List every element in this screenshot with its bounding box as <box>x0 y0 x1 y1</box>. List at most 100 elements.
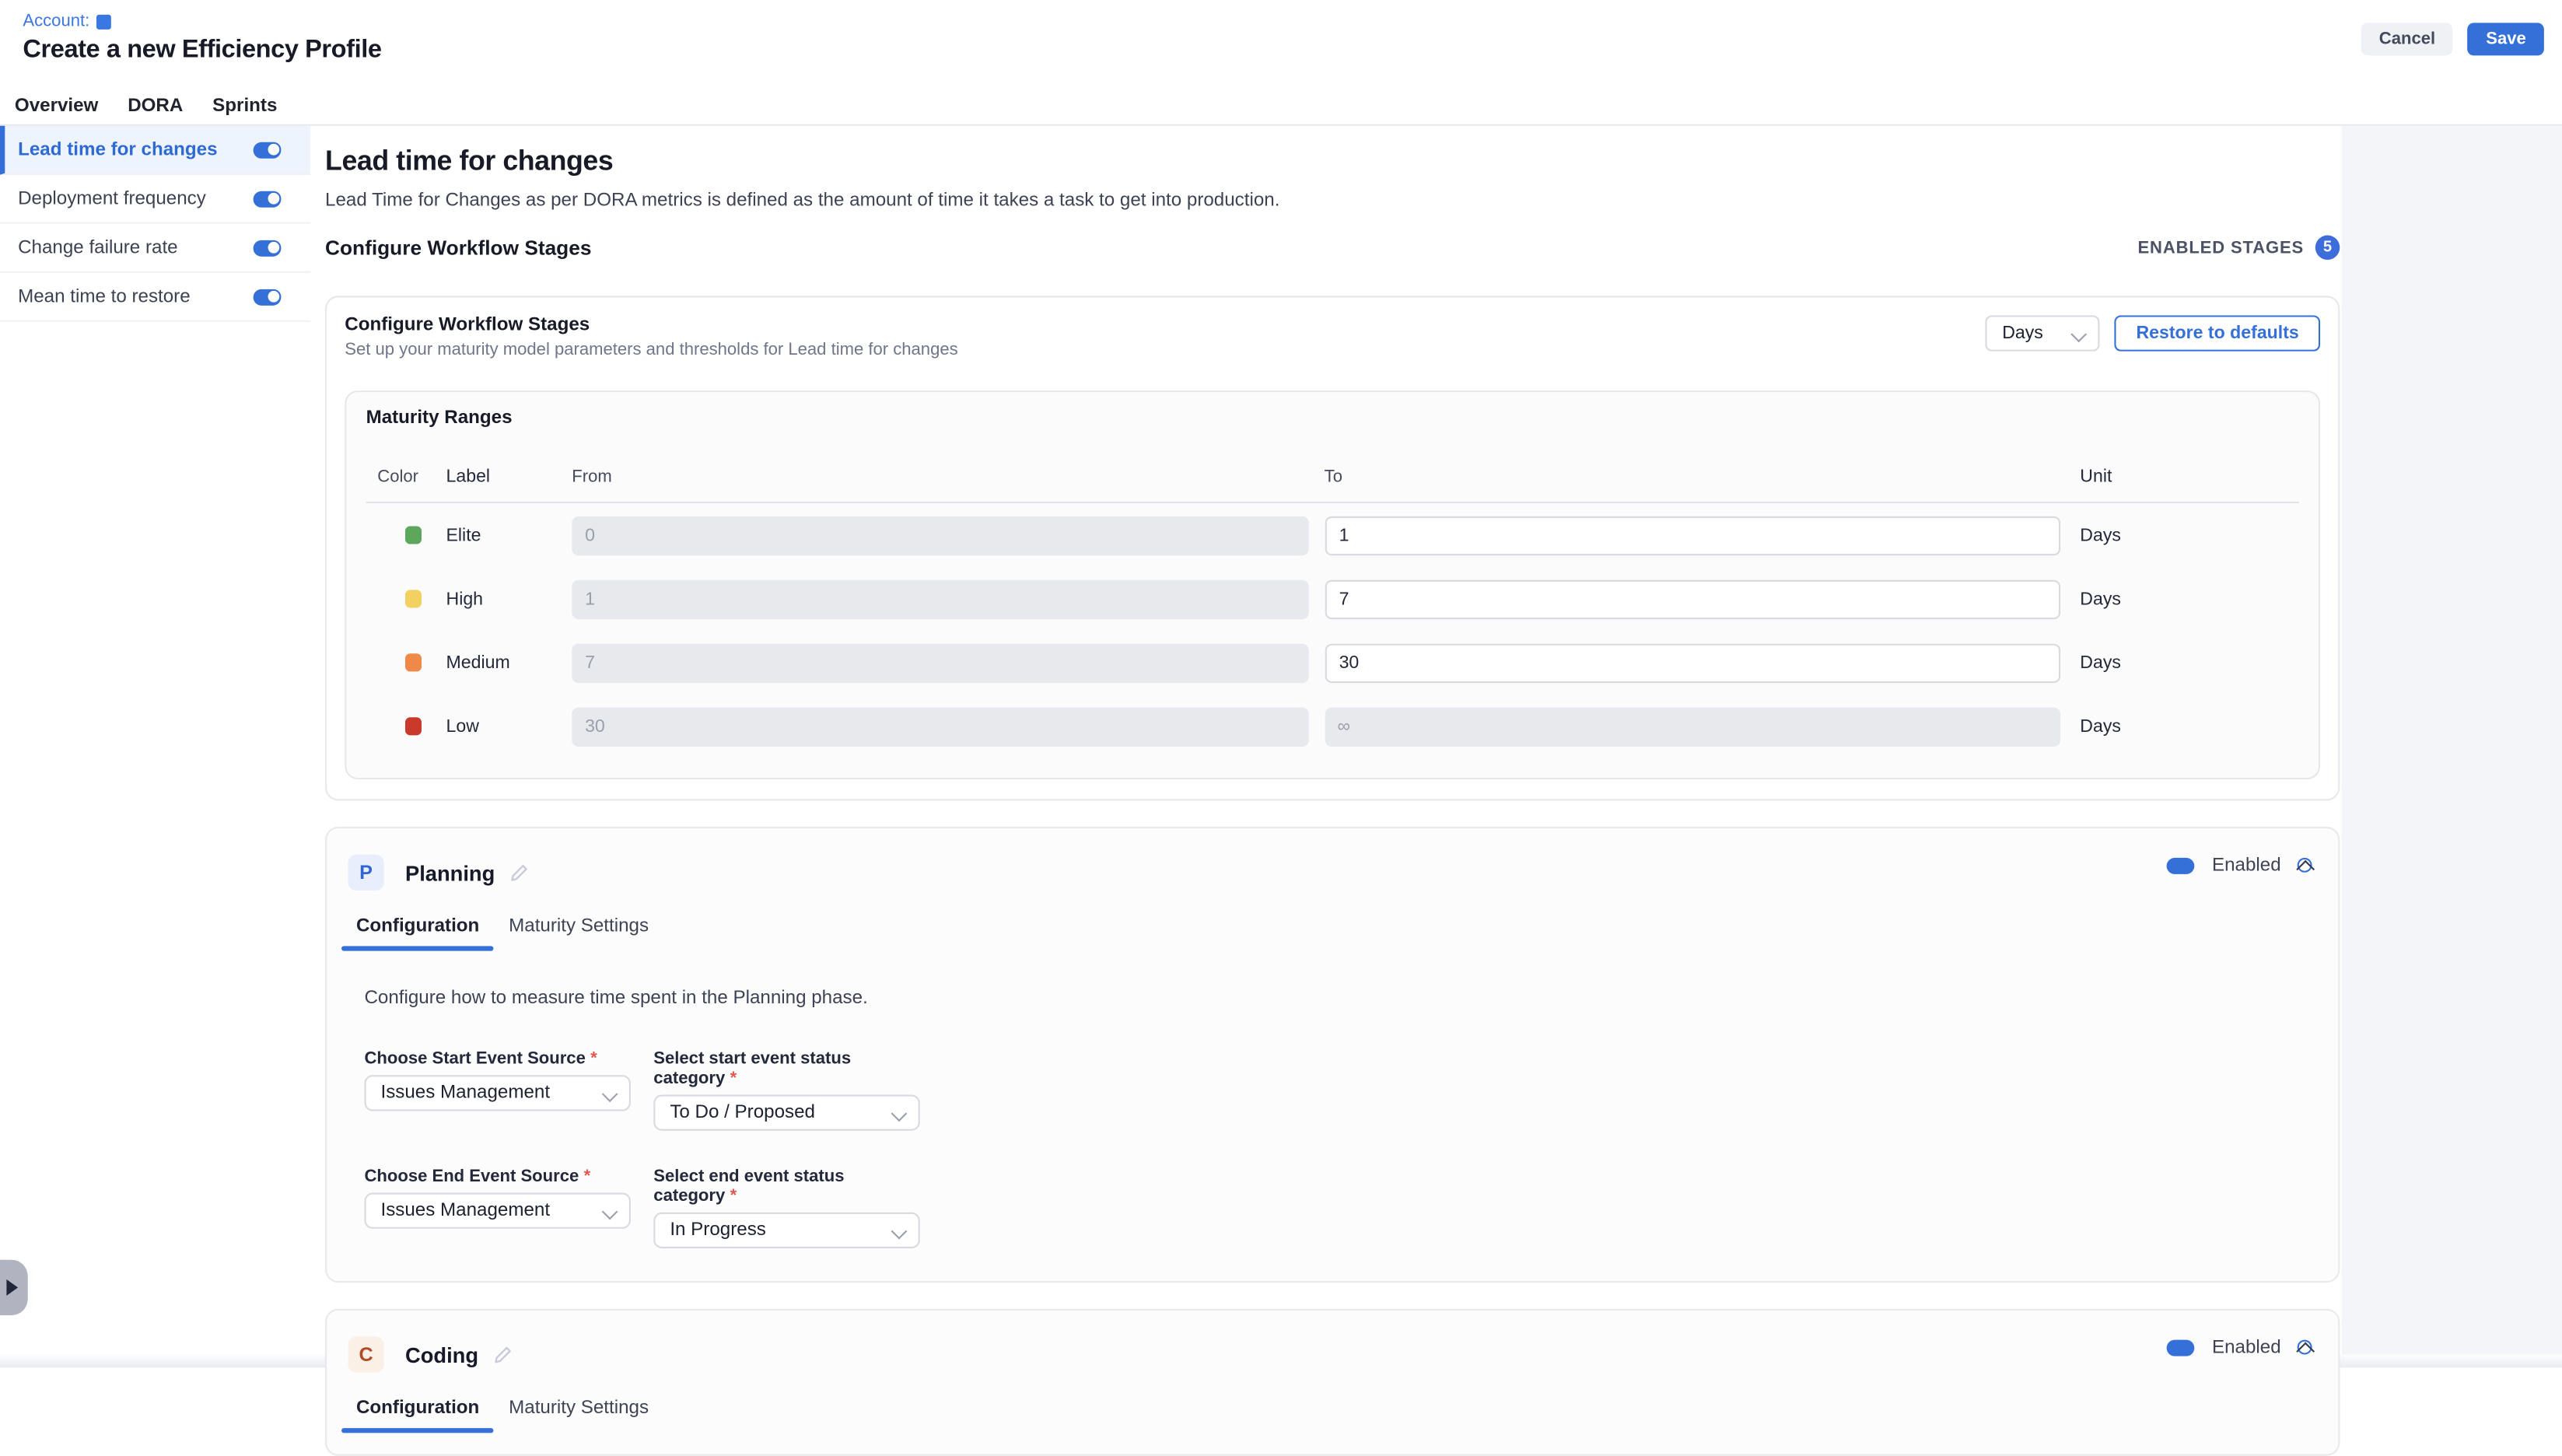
select-value: Issues Management <box>380 1201 550 1220</box>
stage-tabs: Configuration Maturity Settings <box>341 913 2317 940</box>
medium-color-swatch <box>405 653 422 671</box>
medium-to-input[interactable] <box>1325 643 2060 682</box>
medium-from-input <box>572 643 1307 682</box>
row-label: High <box>446 589 572 608</box>
sidebar-item-mean-time-to-restore[interactable]: Mean time to restore <box>0 273 310 322</box>
field-label: Choose End Event Source* <box>364 1167 630 1186</box>
sidebar-item-label: Lead time for changes <box>18 140 217 159</box>
start-event-row: Choose Start Event Source* Issues Manage… <box>364 1049 2316 1131</box>
table-row-medium: Medium Days <box>366 631 2299 695</box>
select-value: In Progress <box>670 1220 766 1240</box>
stage-name: Planning <box>405 860 495 885</box>
page-background <box>2341 126 2562 1368</box>
stage-header-right: Enabled <box>2166 856 2312 876</box>
tab-configuration[interactable]: Configuration <box>341 1395 494 1422</box>
restore-defaults-button[interactable]: Restore to defaults <box>2115 315 2320 351</box>
coding-enabled-toggle[interactable] <box>2166 1340 2194 1356</box>
sidebar-item-label: Mean time to restore <box>18 287 191 306</box>
enabled-stages: ENABLED STAGES 5 <box>2137 236 2340 261</box>
sidebar-item-deployment-frequency[interactable]: Deployment frequency <box>0 175 310 224</box>
account-label[interactable]: Account: <box>23 12 89 31</box>
end-event-status-select[interactable]: In Progress <box>653 1213 919 1248</box>
chevron-down-icon <box>601 1086 616 1101</box>
tab-configuration[interactable]: Configuration <box>341 913 494 940</box>
high-color-swatch <box>405 590 422 607</box>
lead-time-toggle[interactable] <box>254 142 282 158</box>
row-label: Low <box>446 716 572 736</box>
elite-color-swatch <box>405 526 422 544</box>
elite-to-input[interactable] <box>1325 516 2060 555</box>
cancel-button[interactable]: Cancel <box>2361 23 2454 55</box>
sidebar-item-label: Deployment frequency <box>18 189 206 208</box>
tab-dora[interactable]: DORA <box>113 86 198 127</box>
start-event-source-select[interactable]: Issues Management <box>364 1075 630 1111</box>
end-event-status-field: Select end event status category* In Pro… <box>653 1167 919 1248</box>
page-title: Create a new Efficiency Profile <box>23 36 381 65</box>
sidebar-expander-handle[interactable] <box>0 1260 28 1315</box>
edit-icon[interactable] <box>509 863 529 882</box>
section-row: Configure Workflow Stages ENABLED STAGES… <box>325 236 2340 261</box>
stage-card-coding: C Coding Enabled Configuration Maturity … <box>325 1309 2340 1456</box>
planning-enabled-toggle[interactable] <box>2166 858 2194 874</box>
chevron-down-icon <box>891 1223 905 1238</box>
main-tabbar: Overview DORA Sprints <box>0 88 2562 125</box>
required-marker: * <box>590 1049 597 1069</box>
edit-icon[interactable] <box>493 1345 513 1364</box>
section-title: Configure Workflow Stages <box>325 236 591 259</box>
stage-name: Coding <box>405 1342 478 1367</box>
stage-avatar: P <box>348 855 383 891</box>
sidebar-item-lead-time[interactable]: Lead time for changes <box>0 126 310 175</box>
field-label: Select end event status category* <box>653 1167 919 1206</box>
column-header-unit: Unit <box>2060 467 2299 487</box>
stage-tabs: Configuration Maturity Settings <box>341 1395 2317 1422</box>
chevron-down-icon <box>601 1204 616 1219</box>
change-failure-rate-toggle[interactable] <box>254 240 282 256</box>
required-marker: * <box>730 1069 737 1088</box>
maturity-ranges-box: Maturity Ranges Color Label From To Unit… <box>345 390 2320 779</box>
column-header-color: Color <box>366 467 446 487</box>
tab-sprints[interactable]: Sprints <box>198 86 292 127</box>
start-event-status-select[interactable]: To Do / Proposed <box>653 1095 919 1131</box>
enabled-stages-count-badge: 5 <box>2315 236 2340 261</box>
high-from-input <box>572 579 1307 618</box>
low-to-input <box>1325 707 2060 746</box>
tab-maturity-settings[interactable]: Maturity Settings <box>494 913 663 940</box>
table-row-elite: Elite Days <box>366 503 2299 567</box>
metrics-sidebar: Lead time for changes Deployment frequen… <box>0 126 310 322</box>
tab-overview[interactable]: Overview <box>0 86 113 127</box>
start-event-source-field: Choose Start Event Source* Issues Manage… <box>364 1049 630 1131</box>
row-label: Elite <box>446 525 572 544</box>
start-event-status-field: Select start event status category* To D… <box>653 1049 919 1131</box>
sidebar-item-change-failure-rate[interactable]: Change failure rate <box>0 224 310 273</box>
tab-maturity-settings[interactable]: Maturity Settings <box>494 1395 663 1422</box>
maturity-table-header: Color Label From To Unit <box>366 467 2299 503</box>
row-unit: Days <box>2060 716 2299 736</box>
field-label: Choose Start Event Source* <box>364 1049 630 1069</box>
account-avatar <box>96 14 111 29</box>
deployment-frequency-toggle[interactable] <box>254 191 282 207</box>
workflow-card-subtitle: Set up your maturity model parameters an… <box>345 340 957 359</box>
high-to-input[interactable] <box>1325 579 2060 618</box>
required-marker: * <box>584 1167 591 1186</box>
unit-select[interactable]: Days <box>1986 315 2100 351</box>
column-header-label: Label <box>446 467 572 487</box>
end-event-row: Choose End Event Source* Issues Manageme… <box>364 1167 2316 1248</box>
main-content: Lead time for changes Lead Time for Chan… <box>325 126 2340 1456</box>
stage-header-right: Enabled <box>2166 1339 2312 1358</box>
select-value: Issues Management <box>380 1083 550 1103</box>
table-row-high: High Days <box>366 567 2299 631</box>
mean-time-to-restore-toggle[interactable] <box>254 289 282 305</box>
end-event-source-field: Choose End Event Source* Issues Manageme… <box>364 1167 630 1248</box>
maturity-ranges-title: Maturity Ranges <box>366 408 2299 428</box>
metric-description: Lead Time for Changes as per DORA metric… <box>325 190 2340 212</box>
workflow-card-title: Configure Workflow Stages <box>345 315 957 334</box>
low-from-input <box>572 707 1307 746</box>
column-header-to: To <box>1325 467 2060 487</box>
row-label: Medium <box>446 653 572 672</box>
metric-title: Lead time for changes <box>325 145 2340 178</box>
save-button[interactable]: Save <box>2468 23 2544 55</box>
enabled-label: Enabled <box>2212 1339 2281 1358</box>
breadcrumb[interactable]: Account: <box>23 12 110 31</box>
end-event-source-select[interactable]: Issues Management <box>364 1193 630 1229</box>
efficiency-profile-page: Account: Create a new Efficiency Profile… <box>0 0 2562 1367</box>
